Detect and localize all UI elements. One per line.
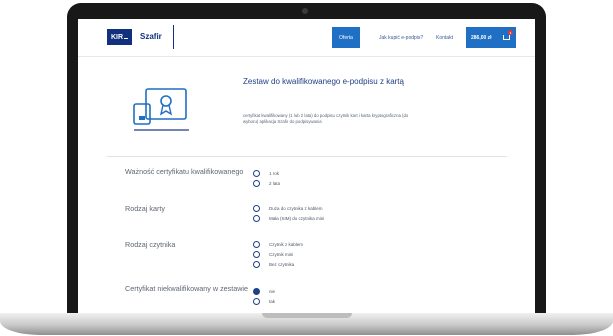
radio-button[interactable] <box>253 169 260 177</box>
option-duza-karta[interactable]: Duża do czytnika z kablem <box>253 204 323 212</box>
option-label: nie <box>269 288 276 294</box>
logo-text[interactable]: Szafir <box>140 32 162 41</box>
cart-total: 286,00 zł <box>471 34 492 41</box>
nav-item-jak-kupic[interactable]: Jak kupić e-podpis? <box>379 35 423 41</box>
logo-mark: KIR <box>110 33 124 41</box>
radio-button[interactable] <box>253 297 260 305</box>
laptop-frame: KIR Szafir Oferta Jak kupić e-podpis? Ko… <box>67 3 546 321</box>
cart-button[interactable]: 286,00 zł 1 <box>466 27 516 48</box>
option-2-lata[interactable]: 2 lata <box>253 179 280 187</box>
nav-item-oferta[interactable]: Oferta <box>332 27 360 48</box>
option-bez-czytnika[interactable]: Bez czytnika <box>253 260 294 268</box>
radio-button[interactable] <box>253 214 260 222</box>
section-divider <box>107 156 507 157</box>
option-czytnik-mini[interactable]: Czytnik mini <box>253 250 293 258</box>
laptop-base <box>0 313 613 335</box>
option-label: Bez czytnika <box>269 261 295 267</box>
option-label: Czytnik z kablem <box>269 241 304 247</box>
option-label-rodzaj-karty: Rodzaj karty <box>125 204 165 213</box>
camera-icon <box>302 8 308 14</box>
option-label: tak <box>269 298 276 304</box>
radio-button-checked[interactable] <box>253 287 260 295</box>
radio-button[interactable] <box>253 260 260 268</box>
radio-button[interactable] <box>253 204 260 212</box>
product-description: certyfikat kwalifikowany (1 lub 2 lata) … <box>243 113 409 124</box>
option-czytnik-z-kablem[interactable]: Czytnik z kablem <box>253 240 303 248</box>
kir-logo[interactable]: KIR <box>107 29 132 45</box>
option-mala-karta[interactable]: Mała (SIM) do czytnika mini <box>253 214 324 222</box>
option-1-rok[interactable]: 1 rok <box>253 169 279 177</box>
option-label: Czytnik mini <box>269 251 294 257</box>
laptop-notch <box>262 313 352 318</box>
option-nie[interactable]: nie <box>253 287 275 295</box>
radio-button[interactable] <box>253 179 260 187</box>
screen: KIR Szafir Oferta Jak kupić e-podpis? Ko… <box>78 19 535 321</box>
site-header: KIR Szafir Oferta Jak kupić e-podpis? Ko… <box>78 19 535 57</box>
option-label-certyfikat-niekwalifikowany: Certyfikat niekwalifikowany w zestawie <box>125 284 249 293</box>
option-label: Mała (SIM) do czytnika mini <box>269 215 325 221</box>
certificate-card-icon <box>133 88 189 131</box>
option-label-waznosc: Ważność certyfikatu kwalifikowanego <box>125 167 244 176</box>
cart-count-badge: 1 <box>508 30 513 35</box>
cart-icon <box>503 35 510 40</box>
option-label: 1 rok <box>269 170 280 176</box>
option-label: 2 lata <box>269 180 281 186</box>
radio-button[interactable] <box>253 240 260 248</box>
option-label-rodzaj-czytnika: Rodzaj czytnika <box>125 240 176 249</box>
nav-item-kontakt[interactable]: Kontakt <box>436 35 453 41</box>
option-label: Duża do czytnika z kablem <box>269 205 323 211</box>
radio-button[interactable] <box>253 250 260 258</box>
product-title: Zestaw do kwalifikowanego e-podpisu z ka… <box>243 77 404 86</box>
logo-divider <box>173 25 174 49</box>
option-tak[interactable]: tak <box>253 297 275 305</box>
